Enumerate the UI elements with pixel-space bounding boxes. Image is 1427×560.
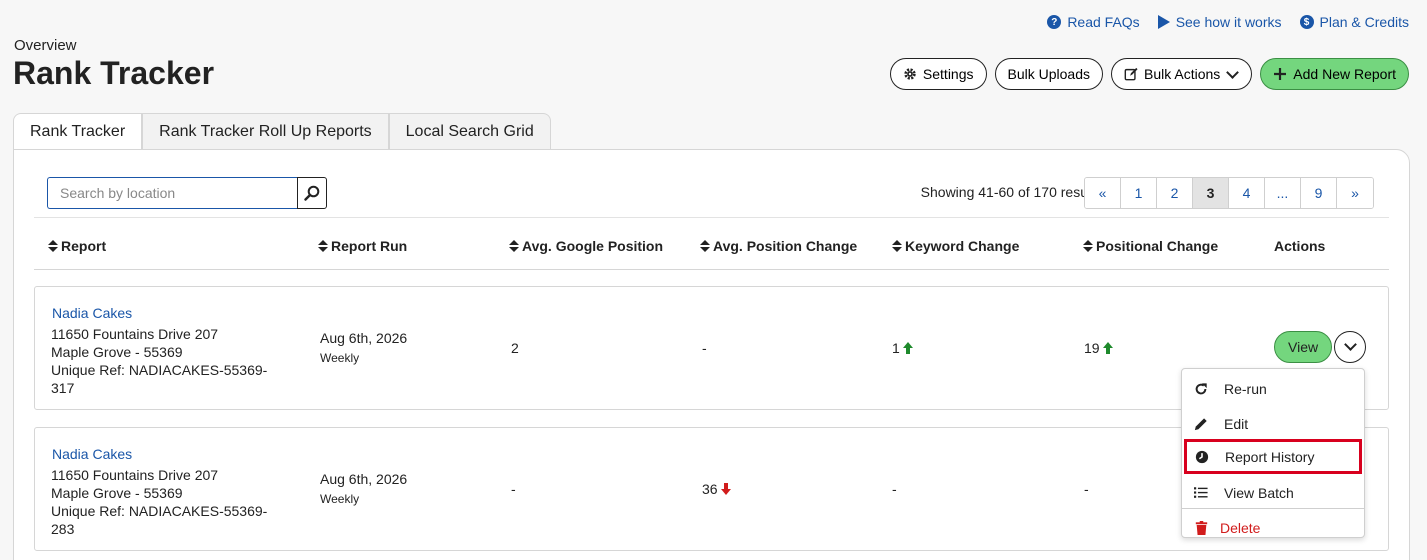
sort-icon: [892, 240, 902, 252]
report-name-link[interactable]: Nadia Cakes: [52, 305, 132, 321]
avg-position-change: -: [702, 340, 707, 356]
chevron-down-icon: [1343, 338, 1357, 351]
page-title: Rank Tracker: [13, 55, 215, 91]
page-ellipsis: ...: [1265, 178, 1301, 208]
chevron-down-icon: [1226, 65, 1240, 79]
read-faqs-link[interactable]: ? Read FAQs: [1047, 14, 1140, 30]
search-button[interactable]: [297, 177, 327, 209]
column-header-positional-change[interactable]: Positional Change: [1083, 238, 1218, 254]
bulk-uploads-button[interactable]: Bulk Uploads: [994, 58, 1104, 90]
avg-position-change: 36: [702, 481, 732, 497]
menu-item-view-batch[interactable]: View Batch: [1182, 475, 1364, 510]
column-header-actions: Actions: [1274, 238, 1326, 254]
current-page-button[interactable]: 3: [1193, 178, 1229, 208]
tab-local-search-grid[interactable]: Local Search Grid: [388, 113, 551, 150]
menu-divider: [1182, 508, 1364, 509]
avg-google-position: 2: [511, 340, 519, 356]
breadcrumb: Overview: [14, 37, 77, 54]
column-header-avg-google-position[interactable]: Avg. Google Position: [509, 238, 663, 254]
report-run-date: Aug 6th, 2026: [320, 330, 408, 346]
row-actions-toggle[interactable]: [1334, 331, 1366, 363]
arrow-up-icon: [902, 342, 914, 354]
menu-item-rerun[interactable]: Re-run: [1182, 371, 1364, 406]
report-frequency: Weekly: [320, 351, 360, 365]
top-links: ? Read FAQs See how it works $ Plan & Cr…: [1047, 14, 1409, 30]
page-button[interactable]: 1: [1121, 178, 1157, 208]
edit-square-icon: [1124, 67, 1138, 81]
sort-icon: [509, 240, 519, 252]
keyword-change: -: [892, 481, 897, 497]
column-header-avg-position-change[interactable]: Avg. Position Change: [700, 238, 857, 254]
search-icon: [304, 185, 320, 201]
column-header-keyword-change[interactable]: Keyword Change: [892, 238, 1019, 254]
plus-icon: [1274, 68, 1287, 80]
redo-icon: [1194, 382, 1208, 396]
address-line: Maple Grove - 55369: [51, 485, 183, 501]
pagination: « 1 2 3 4 ... 9 »: [1084, 177, 1374, 209]
sort-icon: [318, 240, 328, 252]
positional-change: 19: [1084, 340, 1114, 356]
page-button[interactable]: 4: [1229, 178, 1265, 208]
play-icon: [1157, 15, 1170, 29]
address-line: 11650 Fountains Drive 207: [51, 467, 219, 483]
keyword-change: 1: [892, 340, 914, 356]
header-actions: Settings Bulk Uploads Bulk Actions Add N…: [889, 58, 1409, 90]
see-how-it-works-link[interactable]: See how it works: [1157, 14, 1282, 30]
dollar-icon: $: [1299, 15, 1314, 29]
search-box: [47, 177, 327, 209]
report-frequency: Weekly: [320, 492, 360, 506]
report-run-date: Aug 6th, 2026: [320, 471, 408, 487]
gear-icon: [904, 68, 916, 80]
column-header-report-run[interactable]: Report Run: [318, 238, 407, 254]
report-address: 11650 Fountains Drive 207 Maple Grove - …: [51, 466, 281, 538]
sort-icon: [1083, 240, 1093, 252]
unique-ref: Unique Ref: NADIACAKES-55369-283: [51, 503, 268, 537]
question-icon: ?: [1047, 15, 1062, 29]
report-address: 11650 Fountains Drive 207 Maple Grove - …: [51, 325, 281, 397]
arrow-up-icon: [1102, 342, 1114, 354]
arrow-down-icon: [720, 483, 732, 495]
table-header: Report Report Run Avg. Google Position A…: [34, 236, 1389, 270]
table-toolbar: Showing 41-60 of 170 results « 1 2 3 4 .…: [34, 176, 1389, 218]
menu-item-delete[interactable]: Delete: [1182, 510, 1364, 545]
address-line: Maple Grove - 55369: [51, 344, 183, 360]
sort-icon: [700, 240, 710, 252]
list-icon: [1194, 486, 1208, 499]
row-actions-menu: Re-run Edit Report History View Batch De…: [1181, 368, 1365, 538]
positional-change: -: [1084, 481, 1089, 497]
page-button[interactable]: 2: [1157, 178, 1193, 208]
sort-icon: [48, 240, 58, 252]
page-button[interactable]: 9: [1301, 178, 1337, 208]
tab-rank-tracker-roll-up-reports[interactable]: Rank Tracker Roll Up Reports: [142, 113, 389, 150]
unique-ref: Unique Ref: NADIACAKES-55369-317: [51, 362, 268, 396]
first-page-button[interactable]: «: [1085, 178, 1121, 208]
report-panel: Showing 41-60 of 170 results « 1 2 3 4 .…: [13, 149, 1410, 560]
last-page-button[interactable]: »: [1337, 178, 1373, 208]
view-button[interactable]: View: [1274, 331, 1333, 363]
avg-google-position: -: [511, 481, 516, 497]
trash-icon: [1194, 520, 1208, 535]
column-header-report[interactable]: Report: [48, 238, 106, 254]
clock-icon: [1195, 450, 1209, 464]
pencil-icon: [1194, 417, 1208, 431]
address-line: 11650 Fountains Drive 207: [51, 326, 219, 342]
results-count: Showing 41-60 of 170 results: [920, 184, 1102, 200]
report-name-link[interactable]: Nadia Cakes: [52, 446, 132, 462]
search-input[interactable]: [47, 177, 297, 209]
tab-bar: Rank Tracker Rank Tracker Roll Up Report…: [13, 113, 551, 150]
tab-rank-tracker[interactable]: Rank Tracker: [13, 113, 143, 150]
settings-button[interactable]: Settings: [889, 58, 987, 90]
add-new-report-button[interactable]: Add New Report: [1260, 58, 1409, 90]
plan-credits-link[interactable]: $ Plan & Credits: [1299, 14, 1409, 30]
menu-item-edit[interactable]: Edit: [1182, 406, 1364, 441]
bulk-actions-button[interactable]: Bulk Actions: [1111, 58, 1253, 90]
menu-item-report-history[interactable]: Report History: [1184, 439, 1362, 474]
